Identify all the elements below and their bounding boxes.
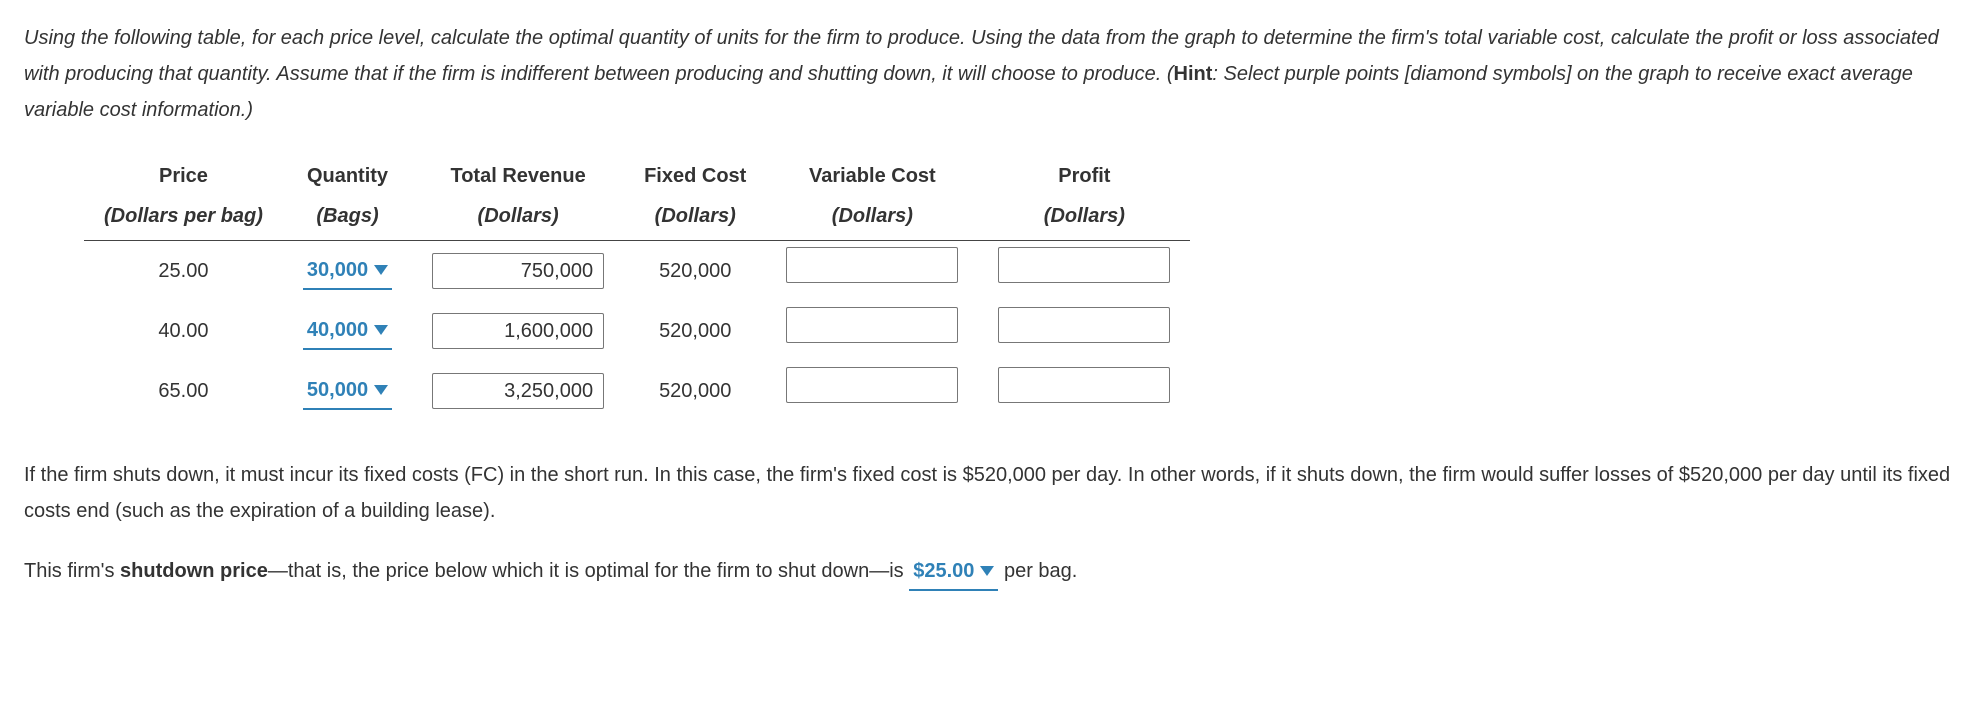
shutdown-price-sentence: This firm's shutdown price—that is, the … xyxy=(24,553,1962,591)
text-mid: —that is, the price below which it is op… xyxy=(268,560,909,582)
shutdown-explanation: If the firm shuts down, it must incur it… xyxy=(24,457,1962,529)
subheader-price: (Dollars per bag) xyxy=(84,196,283,241)
text-pre: This firm's xyxy=(24,560,120,582)
chevron-down-icon xyxy=(374,265,388,275)
cell-price: 40.00 xyxy=(84,301,283,361)
table-row: 25.00 30,000 750,000 520,000 xyxy=(84,241,1190,302)
profit-input[interactable] xyxy=(998,307,1170,343)
quantity-dropdown[interactable]: 40,000 xyxy=(303,312,392,350)
total-revenue-input[interactable]: 3,250,000 xyxy=(432,373,604,409)
header-variable-cost: Variable Cost xyxy=(766,156,978,196)
quantity-dropdown[interactable]: 50,000 xyxy=(303,372,392,410)
header-price: Price xyxy=(84,156,283,196)
dropdown-value: 30,000 xyxy=(307,252,368,288)
chevron-down-icon xyxy=(980,566,994,576)
variable-cost-input[interactable] xyxy=(786,247,958,283)
total-revenue-input[interactable]: 750,000 xyxy=(432,253,604,289)
cost-table: Price Quantity Total Revenue Fixed Cost … xyxy=(84,156,1190,421)
table-header-row: Price Quantity Total Revenue Fixed Cost … xyxy=(84,156,1190,196)
text-post: per bag. xyxy=(1004,560,1077,582)
shutdown-price-bold: shutdown price xyxy=(120,560,268,582)
cell-fixed-cost: 520,000 xyxy=(624,301,766,361)
hint-label: Hint xyxy=(1174,63,1213,85)
intro-paragraph: Using the following table, for each pric… xyxy=(24,20,1962,128)
table-subheader-row: (Dollars per bag) (Bags) (Dollars) (Doll… xyxy=(84,196,1190,241)
cell-fixed-cost: 520,000 xyxy=(624,241,766,302)
cell-fixed-cost: 520,000 xyxy=(624,361,766,421)
profit-input[interactable] xyxy=(998,367,1170,403)
header-profit: Profit xyxy=(978,156,1190,196)
subheader-quantity: (Bags) xyxy=(283,196,412,241)
header-quantity: Quantity xyxy=(283,156,412,196)
cell-price: 65.00 xyxy=(84,361,283,421)
quantity-dropdown[interactable]: 30,000 xyxy=(303,252,392,290)
dropdown-value: 50,000 xyxy=(307,372,368,408)
total-revenue-input[interactable]: 1,600,000 xyxy=(432,313,604,349)
subheader-variable-cost: (Dollars) xyxy=(766,196,978,241)
shutdown-price-dropdown[interactable]: $25.00 xyxy=(909,553,998,591)
dropdown-value: 40,000 xyxy=(307,312,368,348)
subheader-fixed-cost: (Dollars) xyxy=(624,196,766,241)
subheader-profit: (Dollars) xyxy=(978,196,1190,241)
chevron-down-icon xyxy=(374,385,388,395)
variable-cost-input[interactable] xyxy=(786,367,958,403)
table-row: 40.00 40,000 1,600,000 520,000 xyxy=(84,301,1190,361)
chevron-down-icon xyxy=(374,325,388,335)
dropdown-value: $25.00 xyxy=(913,553,974,589)
cell-price: 25.00 xyxy=(84,241,283,302)
profit-input[interactable] xyxy=(998,247,1170,283)
table-row: 65.00 50,000 3,250,000 520,000 xyxy=(84,361,1190,421)
header-fixed-cost: Fixed Cost xyxy=(624,156,766,196)
subheader-total-revenue: (Dollars) xyxy=(412,196,624,241)
variable-cost-input[interactable] xyxy=(786,307,958,343)
header-total-revenue: Total Revenue xyxy=(412,156,624,196)
